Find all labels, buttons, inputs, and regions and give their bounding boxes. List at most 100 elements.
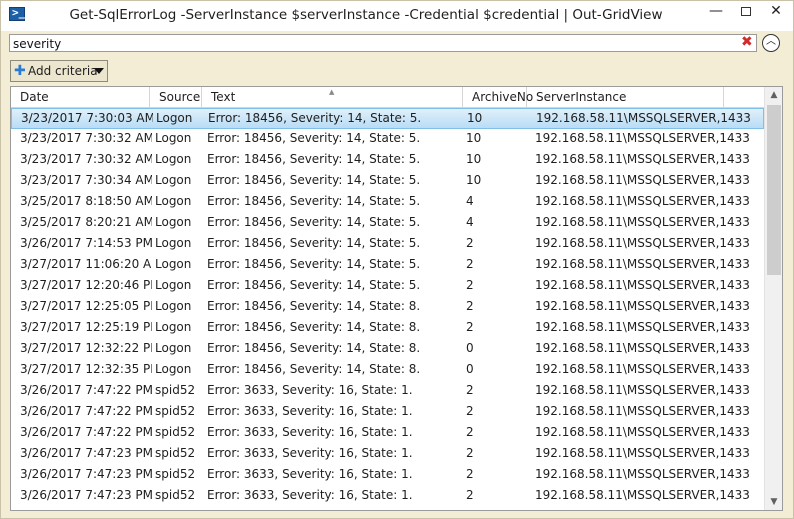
cell-archiveno: 10 <box>466 152 482 166</box>
cell-serverinstance: 192.168.58.11\MSSQLSERVER,1433 <box>535 383 750 397</box>
column-header-serverinstance[interactable]: ServerInstance <box>527 87 724 108</box>
cell-serverinstance: 192.168.58.11\MSSQLSERVER,1433 <box>535 194 750 208</box>
cell-archiveno: 10 <box>467 111 483 125</box>
sort-ascending-icon: ▲ <box>329 88 335 96</box>
filter-box[interactable]: ✖ <box>9 34 757 52</box>
cell-source: Logon <box>155 215 192 229</box>
cell-serverinstance: 192.168.58.11\MSSQLSERVER,1433 <box>535 320 750 334</box>
cell-source: Logon <box>155 131 192 145</box>
cell-archiveno: 4 <box>466 215 474 229</box>
cell-archiveno: 2 <box>466 425 474 439</box>
scroll-thumb[interactable] <box>767 105 781 275</box>
cell-source: Logon <box>155 173 192 187</box>
out-gridview-window: >_ Get-SqlErrorLog -ServerInstance $serv… <box>0 0 794 519</box>
cell-serverinstance: 192.168.58.11\MSSQLSERVER,1433 <box>535 404 750 418</box>
title-bar[interactable]: >_ Get-SqlErrorLog -ServerInstance $serv… <box>1 1 793 31</box>
cell-date: 3/26/2017 7:14:53 PM <box>20 236 152 250</box>
scroll-up-arrow-icon[interactable]: ▲ <box>765 87 782 103</box>
table-row[interactable]: 3/26/2017 7:47:23 PM spid52 Error: 3633, S… <box>11 465 764 486</box>
table-row[interactable]: 3/27/2017 12:32:35 PM Logon Error: 18456, … <box>11 360 764 381</box>
cell-text: Error: 3633, Severity: 16, State: 1. <box>207 383 413 397</box>
cell-archiveno: 10 <box>466 173 482 187</box>
cell-date: 3/27/2017 12:32:22 PM <box>20 341 152 355</box>
collapse-filter-button[interactable]: ︿ <box>762 34 780 52</box>
cell-archiveno: 2 <box>466 467 474 481</box>
table-row[interactable]: 3/26/2017 7:47:23 PM spid52 Error: 3633, S… <box>11 444 764 465</box>
table-row[interactable]: 3/23/2017 7:30:34 AM Logon Error: 18456, S… <box>11 171 764 192</box>
cell-serverinstance: 192.168.58.11\MSSQLSERVER,1433 <box>535 257 750 271</box>
cell-serverinstance: 192.168.58.11\MSSQLSERVER,1433 <box>535 341 750 355</box>
column-header-date[interactable]: Date <box>11 87 150 108</box>
cell-date: 3/26/2017 7:47:22 PM <box>20 425 152 439</box>
cell-archiveno: 0 <box>466 341 474 355</box>
cell-archiveno: 2 <box>466 320 474 334</box>
cell-archiveno: 2 <box>466 404 474 418</box>
cell-serverinstance: 192.168.58.11\MSSQLSERVER,1433 <box>535 362 750 376</box>
window-title: Get-SqlErrorLog -ServerInstance $serverI… <box>69 7 663 23</box>
cell-text: Error: 18456, Severity: 14, State: 5. <box>207 152 421 166</box>
cell-text: Error: 18456, Severity: 14, State: 8. <box>207 320 421 334</box>
cell-date: 3/23/2017 7:30:32 AM <box>20 152 152 166</box>
table-row[interactable]: 3/27/2017 12:32:22 PM Logon Error: 18456, … <box>11 339 764 360</box>
cell-serverinstance: 192.168.58.11\MSSQLSERVER,1433 <box>535 152 750 166</box>
grid-header: Date Source Text ▲ ArchiveNo ServerInsta… <box>11 87 764 108</box>
cell-archiveno: 2 <box>466 383 474 397</box>
filter-input[interactable] <box>13 36 733 51</box>
cell-serverinstance: 192.168.58.11\MSSQLSERVER,1433 <box>536 111 751 125</box>
cell-serverinstance: 192.168.58.11\MSSQLSERVER,1433 <box>535 278 750 292</box>
table-row[interactable]: 3/27/2017 11:06:20 A... Logon Error: 18456… <box>11 255 764 276</box>
cell-archiveno: 2 <box>466 446 474 460</box>
table-row[interactable]: 3/23/2017 7:30:32 AM Logon Error: 18456, S… <box>11 129 764 150</box>
cell-text: Error: 3633, Severity: 16, State: 1. <box>207 488 413 502</box>
cell-text: Error: 18456, Severity: 14, State: 5. <box>207 131 421 145</box>
cell-archiveno: 4 <box>466 194 474 208</box>
cell-text: Error: 18456, Severity: 14, State: 5. <box>207 257 421 271</box>
add-criteria-button[interactable]: ✚ Add criteria <box>10 60 108 82</box>
cell-archiveno: 2 <box>466 488 474 502</box>
cell-date: 3/26/2017 7:47:22 PM <box>20 383 152 397</box>
cell-text: Error: 18456, Severity: 14, State: 5. <box>207 215 421 229</box>
cell-text: Error: 18456, Severity: 14, State: 8. <box>207 299 421 313</box>
table-row[interactable]: 3/26/2017 7:47:22 PM spid52 Error: 3633, S… <box>11 423 764 444</box>
column-header-source[interactable]: Source <box>150 87 202 108</box>
cell-date: 3/23/2017 7:30:03 AM <box>21 111 153 125</box>
cell-serverinstance: 192.168.58.11\MSSQLSERVER,1433 <box>535 299 750 313</box>
cell-serverinstance: 192.168.58.11\MSSQLSERVER,1433 <box>535 236 750 250</box>
table-row[interactable]: 3/23/2017 7:30:32 AM Logon Error: 18456, S… <box>11 150 764 171</box>
table-row[interactable]: 3/27/2017 12:20:46 PM Logon Error: 18456, … <box>11 276 764 297</box>
cell-archiveno: 2 <box>466 278 474 292</box>
maximize-button[interactable] <box>731 1 761 23</box>
cell-serverinstance: 192.168.58.11\MSSQLSERVER,1433 <box>535 467 750 481</box>
table-row[interactable]: 3/27/2017 12:25:05 PM Logon Error: 18456, … <box>11 297 764 318</box>
table-row[interactable]: 3/27/2017 12:25:19 PM Logon Error: 18456, … <box>11 318 764 339</box>
table-row[interactable]: 3/26/2017 7:14:53 PM Logon Error: 18456, S… <box>11 234 764 255</box>
minimize-button[interactable]: — <box>701 1 731 23</box>
add-criteria-label: Add criteria <box>28 64 98 78</box>
cell-source: Logon <box>155 236 192 250</box>
cell-source: spid52 <box>155 383 196 397</box>
table-row[interactable]: 3/25/2017 8:20:21 AM Logon Error: 18456, S… <box>11 213 764 234</box>
table-row[interactable]: 3/26/2017 7:47:22 PM spid52 Error: 3633, S… <box>11 381 764 402</box>
close-button[interactable]: ✕ <box>761 1 791 23</box>
cell-text: Error: 3633, Severity: 16, State: 1. <box>207 404 413 418</box>
table-row[interactable]: 3/26/2017 7:47:23 PM spid52 Error: 3633, S… <box>11 486 764 507</box>
cell-source: Logon <box>156 111 193 125</box>
cell-date: 3/27/2017 12:20:46 PM <box>20 278 152 292</box>
cell-text: Error: 18456, Severity: 14, State: 8. <box>207 341 421 355</box>
clear-filter-icon[interactable]: ✖ <box>741 34 753 50</box>
table-row[interactable]: 3/26/2017 7:47:22 PM spid52 Error: 3633, S… <box>11 402 764 423</box>
table-row-selected[interactable]: 3/23/2017 7:30:03 AM Logon Error: 18456, S… <box>11 108 764 129</box>
table-row[interactable]: 3/25/2017 8:18:50 AM Logon Error: 18456, S… <box>11 192 764 213</box>
cell-serverinstance: 192.168.58.11\MSSQLSERVER,1433 <box>535 446 750 460</box>
dropdown-arrow-icon <box>94 68 104 74</box>
cell-date: 3/26/2017 7:47:22 PM <box>20 404 152 418</box>
vertical-scrollbar[interactable]: ▲ ▼ <box>764 87 782 510</box>
scroll-down-arrow-icon[interactable]: ▼ <box>765 494 782 510</box>
cell-text: Error: 18456, Severity: 14, State: 5. <box>208 111 422 125</box>
cell-serverinstance: 192.168.58.11\MSSQLSERVER,1433 <box>535 215 750 229</box>
maximize-icon <box>741 7 751 16</box>
cell-date: 3/27/2017 11:06:20 A... <box>20 257 152 271</box>
column-header-archiveno[interactable]: ArchiveNo <box>463 87 533 108</box>
cell-source: spid52 <box>155 488 196 502</box>
cell-source: spid52 <box>155 404 196 418</box>
